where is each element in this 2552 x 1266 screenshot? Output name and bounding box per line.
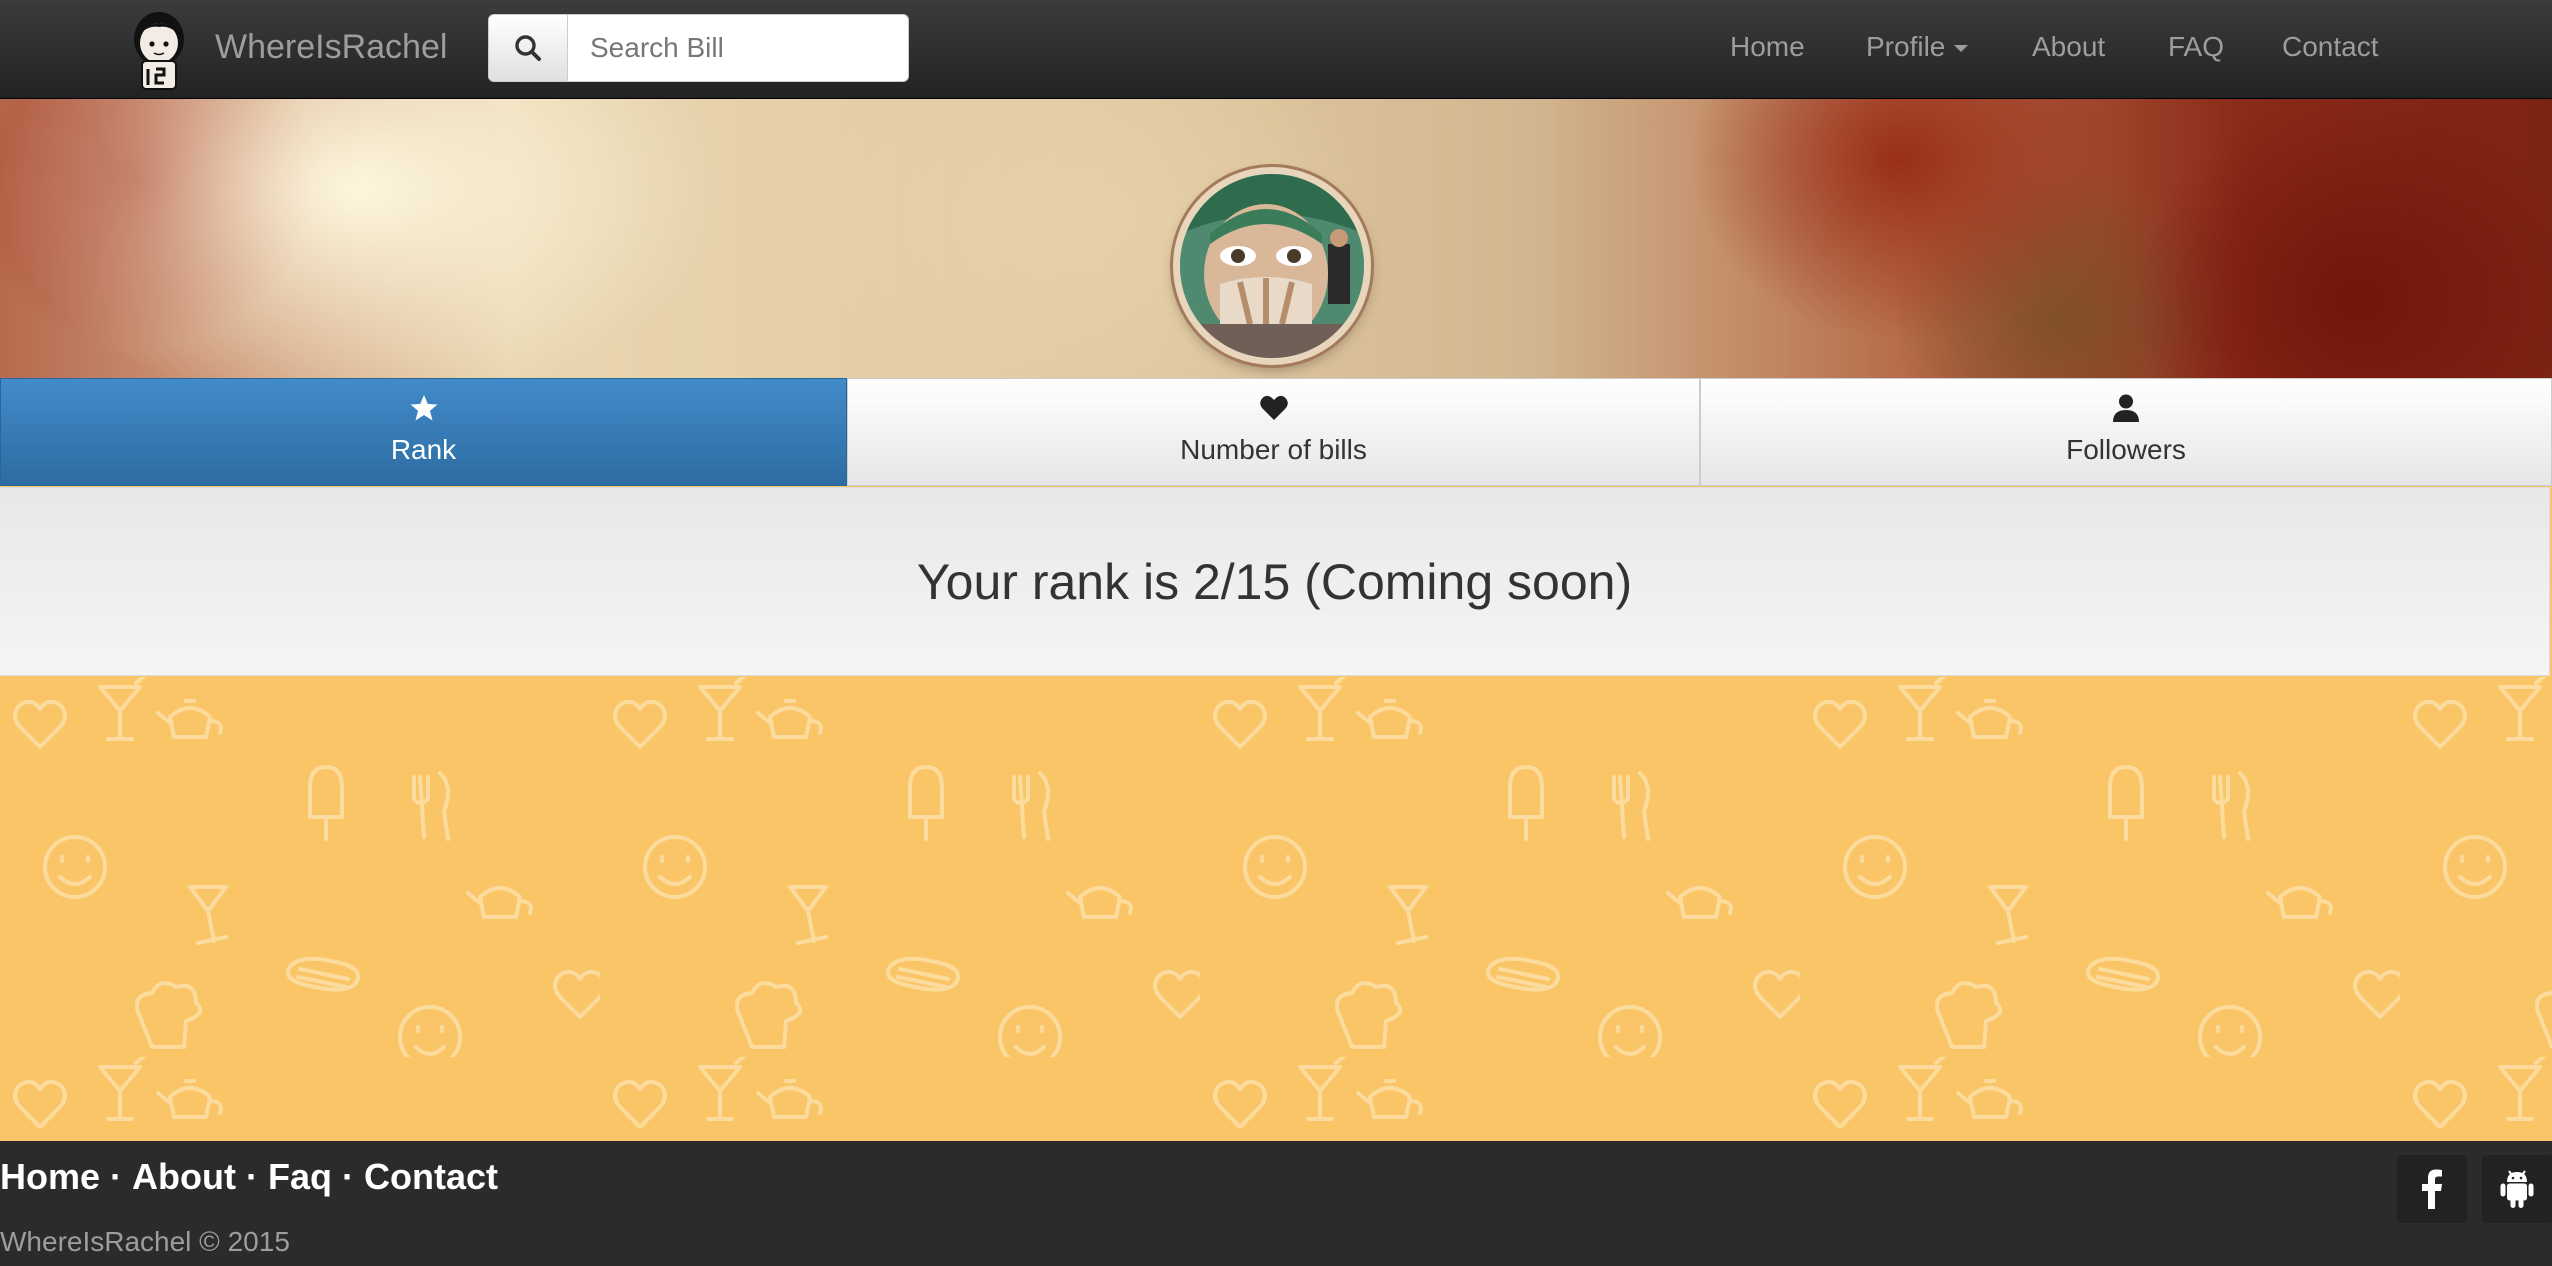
tab-number-of-bills[interactable]: Number of bills xyxy=(847,378,1700,486)
footer-separator: · xyxy=(246,1156,258,1197)
rank-panel: Your rank is 2/15 (Coming soon) xyxy=(0,487,2550,676)
footer-link-faq[interactable]: Faq xyxy=(268,1156,332,1197)
footer-link-contact[interactable]: Contact xyxy=(364,1156,498,1197)
tab-rank[interactable]: Rank xyxy=(0,378,847,486)
navbar: WhereIsRachel Home Profile About FAQ Con… xyxy=(0,0,2552,99)
nav-contact[interactable]: Contact xyxy=(2282,30,2379,64)
tab-rank-label: Rank xyxy=(390,434,457,465)
heart-icon xyxy=(1259,395,1288,420)
footer-separator: · xyxy=(342,1156,355,1197)
footer-links: Home · About · Faq · Contact xyxy=(0,1155,498,1199)
profile-banner xyxy=(0,99,2552,378)
nav-faq[interactable]: FAQ xyxy=(2168,30,2224,64)
search-input[interactable] xyxy=(567,14,909,82)
caret-down-icon xyxy=(1954,45,1969,53)
footer-link-about[interactable]: About xyxy=(132,1156,236,1197)
rank-text: Your rank is 2/15 (Coming soon) xyxy=(916,553,1633,610)
food-pattern-background xyxy=(0,677,2552,1141)
android-button[interactable] xyxy=(2482,1155,2552,1223)
search-icon xyxy=(515,35,541,61)
footer: Home · About · Faq · Contact WhereIsRachel © 2… xyxy=(0,1141,2552,1266)
copyright-text: WhereIsRachel © 2015 xyxy=(0,1226,290,1257)
brand-name[interactable]: WhereIsRachel xyxy=(215,27,447,67)
nav-profile-dropdown[interactable]: Profile xyxy=(1866,30,1969,64)
user-icon xyxy=(2113,394,2139,422)
footer-separator: · xyxy=(110,1156,123,1197)
nav-home[interactable]: Home xyxy=(1730,30,1805,64)
tab-followers[interactable]: Followers xyxy=(1700,378,2552,486)
facebook-button[interactable] xyxy=(2397,1155,2467,1223)
nav-about[interactable]: About xyxy=(2032,30,2105,64)
android-icon xyxy=(2500,1170,2534,1208)
profile-avatar[interactable] xyxy=(1173,167,1371,365)
facebook-icon xyxy=(2422,1169,2442,1209)
nav-profile-label: Profile xyxy=(1866,31,1946,62)
star-icon xyxy=(410,395,437,421)
footer-link-home[interactable]: Home xyxy=(0,1156,100,1197)
brand-logo[interactable] xyxy=(128,9,190,91)
search-button[interactable] xyxy=(488,14,568,82)
tab-number-of-bills-label: Number of bills xyxy=(1180,434,1367,465)
tab-followers-label: Followers xyxy=(2066,434,2186,465)
